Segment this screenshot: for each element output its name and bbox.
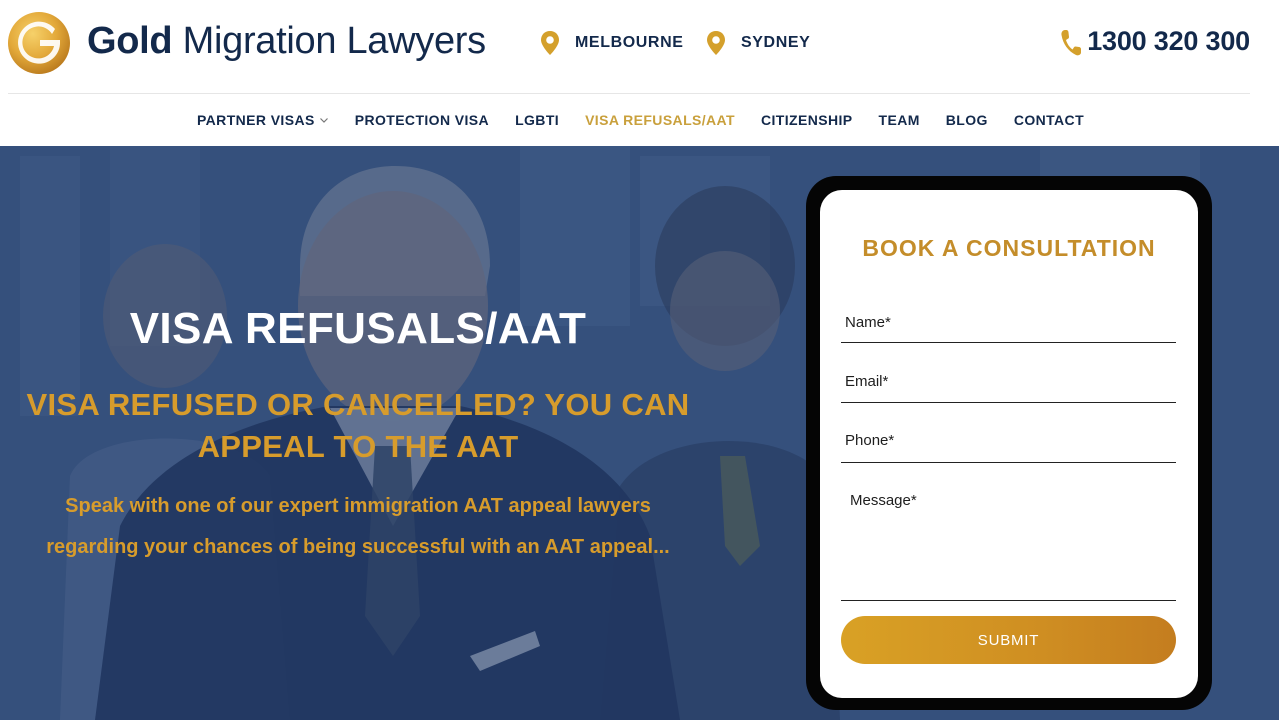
map-pin-icon [707,31,725,55]
hero-description-line: Speak with one of our expert immigration… [65,495,651,517]
nav-visa-refusals-aat[interactable]: VISA REFUSALS/AAT [572,112,748,128]
location-label: SYDNEY [741,34,811,51]
email-field-placeholder: Email* [845,373,889,390]
form-title: BOOK A CONSULTATION [862,235,1156,261]
hero-subtitle-line: APPEAL TO THE AAT [197,429,519,464]
hero-subtitle-line: VISA REFUSED OR CANCELLED? YOU CAN [26,387,690,422]
phone-field-placeholder: Phone* [845,432,895,449]
brand-name[interactable]: Gold Migration Lawyers [87,19,486,63]
nav-label: PARTNER VISAS [196,112,315,128]
nav-contact[interactable]: CONTACT [1001,112,1097,128]
nav-label: LGBTI [515,112,560,128]
hero-description-line: regarding your chances of being successf… [46,536,670,558]
location-label: MELBOURNE [575,34,684,51]
nav-protection-visa[interactable]: PROTECTION VISA [342,112,502,128]
brand-name-bold: Gold [87,20,173,62]
map-pin-icon [541,31,559,55]
nav-lgbti[interactable]: LGBTI [502,112,572,128]
phone-field[interactable]: Phone* [841,419,1176,463]
nav-citizenship[interactable]: CITIZENSHIP [748,112,866,128]
gold-logo-icon[interactable] [8,12,70,74]
hero-title: VISA REFUSALS/AAT [129,304,587,353]
name-field[interactable]: Name* [841,300,1176,343]
consultation-form: BOOK A CONSULTATION Name* Email* Phone* … [820,190,1198,698]
nav-team[interactable]: TEAM [866,112,933,128]
submit-button[interactable]: SUBMIT [841,616,1176,664]
message-field[interactable]: Message* [841,478,1176,601]
location-sydney[interactable]: SYDNEY [705,30,810,56]
nav-label: TEAM [878,112,920,128]
nav-label: PROTECTION VISA [354,112,490,128]
nav-blog[interactable]: BLOG [933,112,1001,128]
nav-label: CITIZENSHIP [760,112,853,128]
location-melbourne[interactable]: MELBOURNE [539,30,684,56]
main-nav: PARTNER VISAS PROTECTION VISA LGBTI VISA… [0,94,1279,146]
hero-subtitle: VISA REFUSED OR CANCELLED? YOU CAN APPEA… [10,384,706,468]
message-field-placeholder: Message* [850,492,917,509]
phone-icon [1061,29,1082,55]
phone-number: 1300 320 300 [1087,26,1250,56]
chevron-down-icon [319,118,328,123]
nav-label: VISA REFUSALS/AAT [585,112,735,128]
email-field[interactable]: Email* [841,360,1176,403]
hero-description: Speak with one of our expert immigration… [0,486,716,568]
nav-partner-visas[interactable]: PARTNER VISAS [184,112,342,128]
nav-label: BLOG [945,112,988,128]
nav-label: CONTACT [1013,112,1085,128]
name-field-placeholder: Name* [845,314,891,331]
site-header: Gold Migration Lawyers MELBOURNE SYDNEY … [0,0,1279,94]
brand-name-rest: Migration Lawyers [182,20,487,62]
phone-link[interactable]: 1300 320 300 [1059,26,1250,57]
